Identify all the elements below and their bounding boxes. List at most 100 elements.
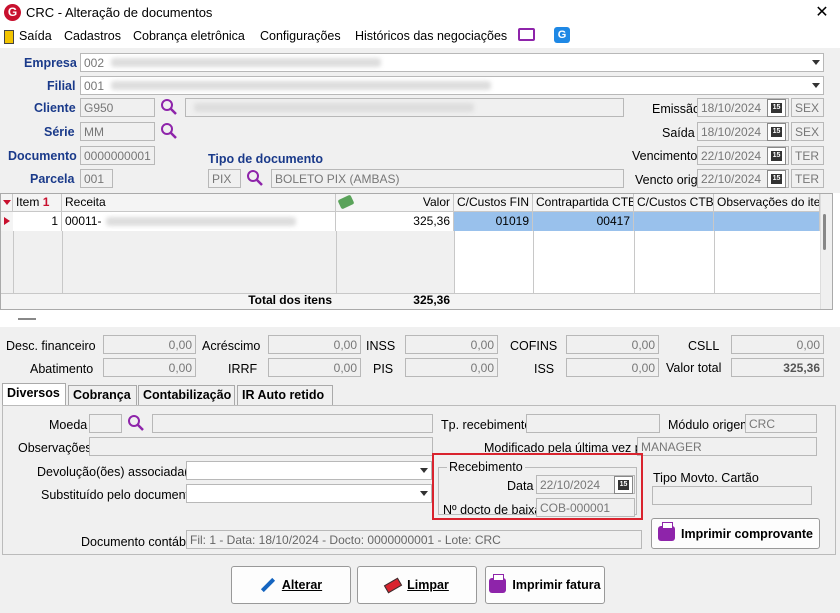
substituido-combo[interactable] [186,484,432,503]
documento-field[interactable]: 0000000001 [80,146,155,165]
limpar-button[interactable]: Limpar [357,566,477,604]
chevron-down-icon [812,60,820,65]
cell-obs[interactable] [714,212,820,231]
tp-recebimento-field[interactable] [526,414,660,433]
inss-field: 0,00 [405,335,498,354]
tab-contabilizacao[interactable]: Contabilização [138,385,235,405]
col-ccfin-header[interactable]: C/Custos FIN [454,194,533,212]
cell-item[interactable]: 1 [13,212,62,231]
emissao-label: Emissão [652,102,700,116]
observacoes-label: Observações [18,441,92,455]
parcela-label: Parcela [30,172,75,186]
close-icon[interactable]: ✕ [812,2,832,22]
cofins-label: COFINS [510,339,558,353]
desc-fin-label: Desc. financeiro [6,339,96,353]
tab-ir-auto-retido[interactable]: IR Auto retido [237,385,333,405]
col-ccctb-header[interactable]: C/Custos CTB [634,194,714,212]
acrescimo-field: 0,00 [268,335,361,354]
documento-contabil-field: Fil: 1 - Data: 18/10/2024 - Docto: 00000… [186,530,642,549]
cell-ccctb[interactable] [634,212,714,231]
scrollbar-thumb[interactable] [823,214,826,250]
imprimir-comprovante-button[interactable]: Imprimir comprovante [651,518,820,549]
calendar-icon[interactable]: 15 [614,476,633,494]
search-icon[interactable] [246,169,264,187]
irrf-field: 0,00 [268,358,361,377]
empresa-label: Empresa [24,56,77,70]
menu-saida[interactable]: Saída [19,29,52,43]
cliente-name-field [185,98,624,117]
chevron-down-icon [420,468,428,473]
printer-icon [658,522,675,541]
splitter-handle[interactable] [18,318,36,320]
grid-indicator-header [1,194,13,212]
calendar-icon[interactable]: 15 [767,147,786,165]
help-icon[interactable]: G [554,27,570,43]
tab-cobranca[interactable]: Cobrança [68,385,137,405]
modulo-origem-field: CRC [745,414,817,433]
iss-label: ISS [534,362,555,376]
money-icon [337,194,355,210]
tipo-doc-desc-field: BOLETO PIX (AMBAS) [271,169,624,188]
serie-label: Série [44,125,75,139]
chevron-down-icon [812,83,820,88]
tab-diversos[interactable]: Diversos [2,383,66,406]
vencimento-day-field: TER [791,146,824,165]
modificado-field: MANAGER [637,437,817,456]
tipo-movto-label: Tipo Movto. Cartão [653,471,759,485]
recebimento-group-label: Recebimento [447,460,525,474]
grid-vertical-scrollbar[interactable] [820,194,832,309]
search-icon[interactable] [160,98,178,116]
menu-configuracoes[interactable]: Configurações [260,29,341,43]
pencil-icon [260,577,275,593]
current-row-icon [4,217,10,225]
cell-ccfin[interactable]: 01019 [454,212,533,231]
row-indicator [1,212,13,231]
calendar-icon[interactable]: 15 [767,170,786,188]
observacoes-field[interactable] [89,437,433,456]
empresa-combo[interactable]: 002 [80,53,824,72]
grid-empty-area [1,231,454,293]
cell-contrapartida[interactable]: 00417 [533,212,634,231]
menu-cadastros[interactable]: Cadastros [64,29,121,43]
filial-label: Filial [47,79,76,93]
moeda-code-field[interactable] [89,414,122,433]
col-contrapartida-header[interactable]: Contrapartida CTB [533,194,634,212]
search-icon[interactable] [160,122,178,140]
total-items-label: Total dos itens [248,293,332,307]
col-obs-header[interactable]: Observações do item [714,194,820,212]
cliente-code-field[interactable]: G950 [80,98,155,117]
col-valor-header[interactable]: Valor [336,194,454,212]
chevron-down-icon [420,491,428,496]
app-logo-icon: G [4,4,21,21]
serie-field[interactable]: MM [80,122,155,141]
tp-recebimento-label: Tp. recebimento [441,418,532,432]
search-icon[interactable] [127,414,145,432]
tipo-doc-code-field[interactable]: PIX [208,169,241,188]
tipo-movto-field[interactable] [652,486,812,505]
imprimir-fatura-button[interactable]: Imprimir fatura [485,566,605,604]
filial-combo[interactable]: 001 [80,76,824,95]
menu-cobranca-eletronica[interactable]: Cobrança eletrônica [133,29,245,43]
pis-label: PIS [373,362,394,376]
emissao-day-field: SEX [791,98,824,117]
documento-contabil-label: Documento contábil [81,535,192,549]
calendar-icon[interactable]: 15 [767,99,786,117]
total-items-value: 325,36 [413,293,450,307]
col-item-header[interactable]: Item 1 [13,194,62,212]
menu-historicos[interactable]: Históricos das negociações [355,29,507,43]
saida-day-field: SEX [791,122,824,141]
devolucao-combo[interactable] [186,461,432,480]
calendar-icon[interactable]: 15 [767,123,786,141]
documento-label: Documento [8,149,77,163]
cell-valor[interactable]: 325,36 [336,212,454,231]
monitor-icon[interactable] [518,28,535,41]
parcela-field[interactable]: 001 [80,169,113,188]
cell-receita[interactable]: 00011- [62,212,336,231]
alterar-button[interactable]: Alterar [231,566,351,604]
abatimento-field: 0,00 [103,358,196,377]
substituido-label: Substituído pelo documento [41,488,196,502]
printer-icon [489,573,507,593]
col-receita-header[interactable]: Receita [62,194,336,212]
moeda-label: Moeda [49,418,88,432]
filial-code: 001 [84,79,105,93]
